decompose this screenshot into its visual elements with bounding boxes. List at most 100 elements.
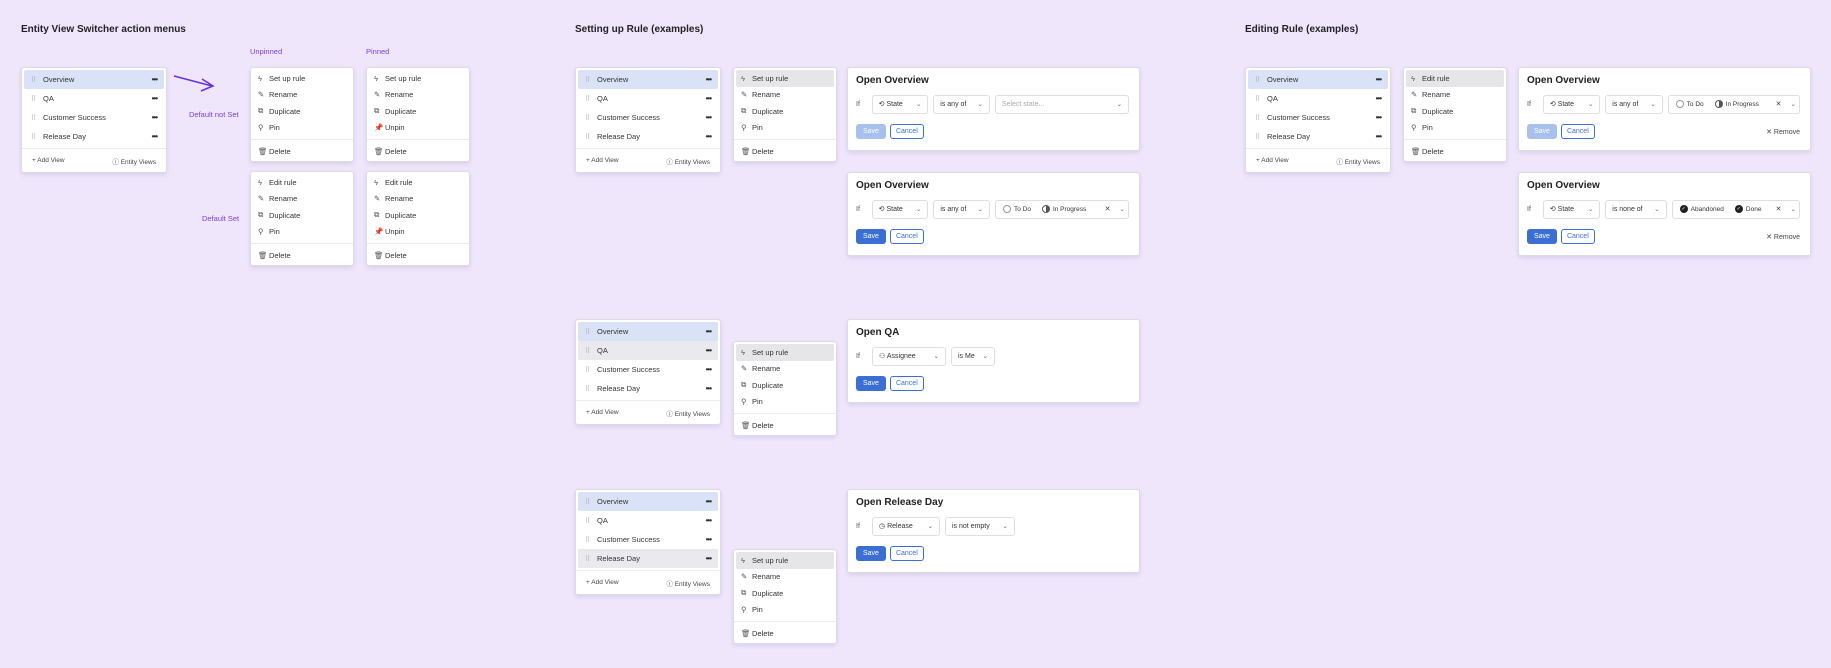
switcher-item-qa[interactable]: ⠿ QA ••• [578, 511, 718, 530]
more-icon[interactable]: ••• [152, 94, 158, 103]
drag-handle-icon[interactable]: ⠿ [585, 536, 597, 544]
value-chip[interactable]: ✓ Done [1731, 204, 1766, 214]
menu-item-duplicate[interactable]: ⧉ Duplicate [369, 207, 467, 224]
menu-item-duplicate[interactable]: ⧉ Duplicate [369, 103, 467, 120]
value-select[interactable]: ✓ Abandoned ✓ Done ✕ ⌄ [1671, 199, 1800, 219]
switcher-item-qa[interactable]: ⠿ QA ••• [24, 89, 164, 108]
value-select[interactable]: To Do In Progress ✕ ⌄ [1667, 94, 1800, 114]
field-dropdown[interactable]: ⟲ State ⌄ [871, 94, 929, 114]
more-icon[interactable]: ••• [706, 75, 712, 84]
more-icon[interactable]: ••• [706, 327, 712, 336]
menu-item-pin[interactable]: ⚲ Pin [736, 120, 834, 137]
menu-item-delete[interactable]: 🗑 Delete [369, 143, 467, 160]
menu-item-rename[interactable]: ✎ Rename [736, 87, 834, 104]
field-dropdown[interactable]: ⟲ State ⌄ [1542, 199, 1601, 219]
more-icon[interactable]: ••• [706, 516, 712, 525]
menu-item-setup-rule[interactable]: ϟ Set up rule [736, 552, 834, 569]
switcher-item-qa[interactable]: ⠿ QA ••• [1248, 89, 1388, 108]
menu-item-setup-rule[interactable]: ϟ Set up rule [253, 70, 351, 87]
menu-item-setup-rule[interactable]: ϟ Set up rule [736, 70, 834, 87]
menu-item-pin[interactable]: ⚲ Pin [736, 394, 834, 411]
cancel-button[interactable]: Cancel [889, 229, 924, 244]
switcher-item-qa[interactable]: ⠿ QA ••• [578, 89, 718, 108]
more-icon[interactable]: ••• [706, 94, 712, 103]
drag-handle-icon[interactable]: ⠿ [31, 133, 43, 141]
value-select[interactable]: To Do In Progress ✕ ⌄ [994, 199, 1129, 219]
cancel-button[interactable]: Cancel [889, 376, 924, 391]
switcher-item-overview[interactable]: ⠿ Overview ••• [24, 70, 164, 89]
menu-item-rename[interactable]: ✎ Rename [253, 191, 351, 208]
more-icon[interactable]: ••• [706, 384, 712, 393]
menu-item-pin[interactable]: ⚲ Pin [1406, 120, 1504, 137]
clear-icon[interactable]: ✕ [1776, 205, 1782, 213]
menu-item-duplicate[interactable]: ⧉ Duplicate [253, 207, 351, 224]
more-icon[interactable]: ••• [706, 132, 712, 141]
menu-item-unpin[interactable]: 📌 Unpin [369, 120, 467, 137]
clear-icon[interactable]: ✕ [1776, 100, 1782, 108]
switcher-item-release-day[interactable]: ⠿ Release Day ••• [24, 127, 164, 146]
add-view-button[interactable]: + Add View [586, 579, 619, 586]
switcher-item-overview[interactable]: ⠿ Overview ••• [578, 322, 718, 341]
drag-handle-icon[interactable]: ⠿ [1255, 133, 1267, 141]
drag-handle-icon[interactable]: ⠿ [585, 328, 597, 336]
menu-item-unpin[interactable]: 📌 Unpin [369, 224, 467, 241]
more-icon[interactable]: ••• [706, 497, 712, 506]
save-button[interactable]: Save [856, 546, 886, 561]
value-chip[interactable]: In Progress [1711, 99, 1763, 109]
operator-dropdown[interactable]: is any of ⌄ [933, 94, 990, 114]
operator-dropdown[interactable]: is any of ⌄ [933, 199, 990, 219]
switcher-item-customer-success[interactable]: ⠿ Customer Success ••• [578, 360, 718, 379]
drag-handle-icon[interactable]: ⠿ [585, 347, 597, 355]
value-chip[interactable]: To Do [1672, 99, 1708, 109]
more-icon[interactable]: ••• [152, 132, 158, 141]
save-button[interactable]: Save [856, 124, 886, 139]
drag-handle-icon[interactable]: ⠿ [585, 555, 597, 563]
switcher-item-customer-success[interactable]: ⠿ Customer Success ••• [578, 108, 718, 127]
menu-item-rename[interactable]: ✎ Rename [253, 87, 351, 104]
save-button[interactable]: Save [856, 229, 886, 244]
menu-item-pin[interactable]: ⚲ Pin [253, 120, 351, 137]
save-button[interactable]: Save [1527, 124, 1557, 139]
value-chip[interactable]: In Progress [1038, 204, 1090, 214]
remove-button[interactable]: ✕ Remove [1766, 128, 1800, 136]
cancel-button[interactable]: Cancel [1560, 229, 1595, 244]
switcher-item-release-day[interactable]: ⠿ Release Day ••• [578, 127, 718, 146]
remove-button[interactable]: ✕ Remove [1766, 233, 1800, 241]
more-icon[interactable]: ••• [706, 113, 712, 122]
more-icon[interactable]: ••• [706, 535, 712, 544]
add-view-button[interactable]: + Add View [586, 157, 619, 164]
switcher-item-customer-success[interactable]: ⠿ Customer Success ••• [1248, 108, 1388, 127]
switcher-item-customer-success[interactable]: ⠿ Customer Success ••• [24, 108, 164, 127]
drag-handle-icon[interactable]: ⠿ [585, 76, 597, 84]
field-dropdown[interactable]: ⟲ State ⌄ [871, 199, 929, 219]
more-icon[interactable]: ••• [706, 554, 712, 563]
operator-dropdown[interactable]: is none of ⌄ [1605, 199, 1667, 219]
menu-item-delete[interactable]: 🗑 Delete [253, 143, 351, 160]
menu-item-delete[interactable]: 🗑 Delete [736, 417, 834, 434]
menu-item-rename[interactable]: ✎ Rename [736, 569, 834, 586]
cancel-button[interactable]: Cancel [889, 546, 924, 561]
menu-item-duplicate[interactable]: ⧉ Duplicate [253, 103, 351, 120]
entity-views-button[interactable]: ⓘ Entity Views [666, 408, 710, 418]
operator-dropdown[interactable]: is any of ⌄ [1605, 94, 1663, 114]
menu-item-delete[interactable]: 🗑 Delete [736, 625, 834, 642]
drag-handle-icon[interactable]: ⠿ [585, 95, 597, 103]
more-icon[interactable]: ••• [152, 113, 158, 122]
menu-item-duplicate[interactable]: ⧉ Duplicate [736, 585, 834, 602]
menu-item-delete[interactable]: 🗑 Delete [253, 247, 351, 264]
chevron-down-icon[interactable]: ⌄ [1791, 205, 1796, 213]
menu-item-rename[interactable]: ✎ Rename [369, 191, 467, 208]
switcher-item-overview[interactable]: ⠿ Overview ••• [578, 70, 718, 89]
menu-item-rename[interactable]: ✎ Rename [736, 361, 834, 378]
menu-item-duplicate[interactable]: ⧉ Duplicate [736, 377, 834, 394]
menu-item-setup-rule[interactable]: ϟ Set up rule [369, 70, 467, 87]
switcher-item-qa[interactable]: ⠿ QA ••• [578, 341, 718, 360]
more-icon[interactable]: ••• [1376, 132, 1382, 141]
drag-handle-icon[interactable]: ⠿ [1255, 95, 1267, 103]
switcher-item-release-day[interactable]: ⠿ Release Day ••• [578, 549, 718, 568]
drag-handle-icon[interactable]: ⠿ [585, 498, 597, 506]
drag-handle-icon[interactable]: ⠿ [585, 385, 597, 393]
more-icon[interactable]: ••• [1376, 113, 1382, 122]
menu-item-pin[interactable]: ⚲ Pin [736, 602, 834, 619]
menu-item-delete[interactable]: 🗑 Delete [369, 247, 467, 264]
